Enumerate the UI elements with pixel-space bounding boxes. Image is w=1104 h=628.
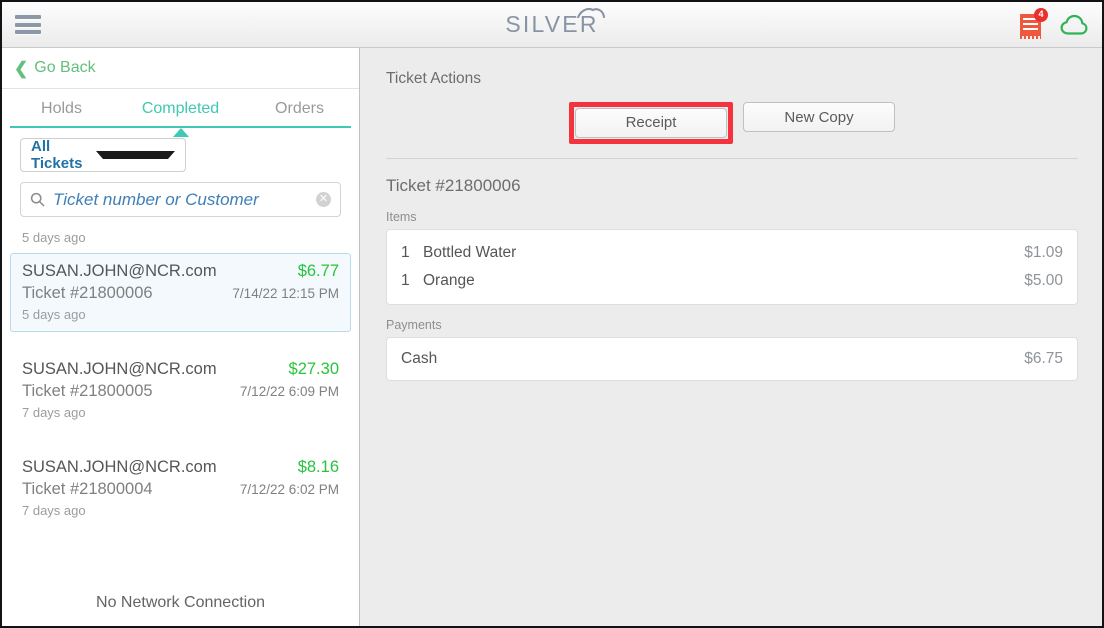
tickets-sidebar: ❮ Go Back Holds Completed Orders All Tic… [2, 48, 360, 626]
receipt-badge: 4 [1034, 7, 1048, 22]
items-card: 1 Bottled Water $1.09 1 Orange $5.00 [386, 229, 1078, 305]
ticket-list[interactable]: 5 days ago SUSAN.JOHN@NCR.com $6.77 Tick… [2, 217, 359, 594]
chevron-down-icon [96, 151, 175, 159]
item-price: $1.09 [1024, 244, 1063, 261]
search-input[interactable] [53, 189, 316, 210]
tab-holds[interactable]: Holds [2, 89, 121, 128]
list-group-label: 5 days ago [22, 230, 86, 245]
ticket-detail-heading: Ticket #21800006 [386, 176, 521, 195]
item-qty: 1 [401, 244, 410, 261]
item-name: Orange [423, 272, 475, 289]
items-label: Items [386, 210, 417, 224]
brand-logo: SILVER [2, 2, 1102, 47]
search-icon [30, 192, 45, 207]
go-back-button[interactable]: ❮ Go Back [2, 48, 359, 89]
app-window: SILVER 4 ❮ Go Back Holds Completed Order… [0, 0, 1104, 628]
receipt-button-highlight: Receipt [569, 102, 733, 144]
clear-search-icon[interactable]: ✕ [316, 192, 331, 207]
ticket-tabs: Holds Completed Orders [2, 89, 359, 137]
app-header: SILVER 4 [2, 2, 1102, 48]
ticket-customer: SUSAN.JOHN@NCR.com [22, 360, 217, 378]
payment-row: Cash $6.75 [387, 344, 1077, 374]
item-qty: 1 [401, 272, 410, 289]
search-row: ✕ [2, 172, 359, 217]
payment-name: Cash [401, 350, 438, 367]
tab-orders[interactable]: Orders [240, 89, 359, 128]
payment-amount: $6.75 [1024, 350, 1063, 367]
tab-completed[interactable]: Completed [121, 89, 240, 128]
ticket-number: Ticket #21800005 [22, 382, 153, 400]
tab-active-arrow-icon [172, 128, 189, 137]
ticket-customer: SUSAN.JOHN@NCR.com [22, 458, 217, 476]
ticket-datetime: 7/12/22 6:02 PM [239, 482, 339, 497]
item-name: Bottled Water [423, 244, 517, 261]
item-row: 1 Bottled Water $1.09 [387, 236, 1077, 266]
ticket-amount: $27.30 [288, 360, 339, 378]
ticket-filter-select[interactable]: All Tickets [20, 138, 186, 172]
header-icon-group: 4 [1020, 2, 1088, 47]
ticket-actions-title: Ticket Actions [386, 70, 482, 87]
logo-cloud-icon [576, 2, 606, 18]
ticket-customer: SUSAN.JOHN@NCR.com [22, 262, 217, 280]
ticket-amount: $6.77 [297, 262, 339, 280]
receipt-icon[interactable]: 4 [1020, 7, 1048, 39]
item-row: 1 Orange $5.00 [387, 266, 1077, 296]
ticket-age: 5 days ago [22, 307, 86, 322]
ticket-number: Ticket #21800004 [22, 480, 153, 498]
logo-text: SILVER [505, 11, 599, 37]
cloud-sync-icon[interactable] [1060, 14, 1088, 36]
ticket-age: 7 days ago [22, 405, 86, 420]
chevron-left-icon: ❮ [14, 58, 29, 78]
ticket-actions-row: Receipt New Copy [386, 102, 1078, 144]
ticket-filter-value: All Tickets [31, 138, 83, 172]
ticket-age: 7 days ago [22, 503, 86, 518]
ticket-datetime: 7/12/22 6:09 PM [239, 384, 339, 399]
ticket-datetime: 7/14/22 12:15 PM [232, 286, 339, 301]
search-box[interactable]: ✕ [20, 182, 341, 217]
payments-card: Cash $6.75 [386, 337, 1078, 381]
hamburger-menu-icon[interactable] [15, 15, 41, 34]
item-price: $5.00 [1024, 272, 1063, 289]
ticket-list-item[interactable]: SUSAN.JOHN@NCR.com $6.77 Ticket #2180000… [10, 253, 351, 332]
app-body: ❮ Go Back Holds Completed Orders All Tic… [2, 48, 1102, 626]
tab-underline [10, 126, 351, 137]
ticket-list-item[interactable]: SUSAN.JOHN@NCR.com $8.16 Ticket #2180000… [10, 449, 351, 528]
ticket-number: Ticket #21800006 [22, 284, 153, 302]
network-status-text: No Network Connection [96, 594, 265, 611]
ticket-list-item[interactable]: SUSAN.JOHN@NCR.com $27.30 Ticket #218000… [10, 351, 351, 430]
go-back-label: Go Back [34, 59, 96, 76]
receipt-button[interactable]: Receipt [575, 108, 727, 138]
new-copy-button[interactable]: New Copy [743, 102, 895, 132]
ticket-amount: $8.16 [297, 458, 339, 476]
payments-label: Payments [386, 318, 442, 332]
ticket-detail-panel: Ticket Actions Receipt New Copy Ticket #… [360, 48, 1102, 626]
